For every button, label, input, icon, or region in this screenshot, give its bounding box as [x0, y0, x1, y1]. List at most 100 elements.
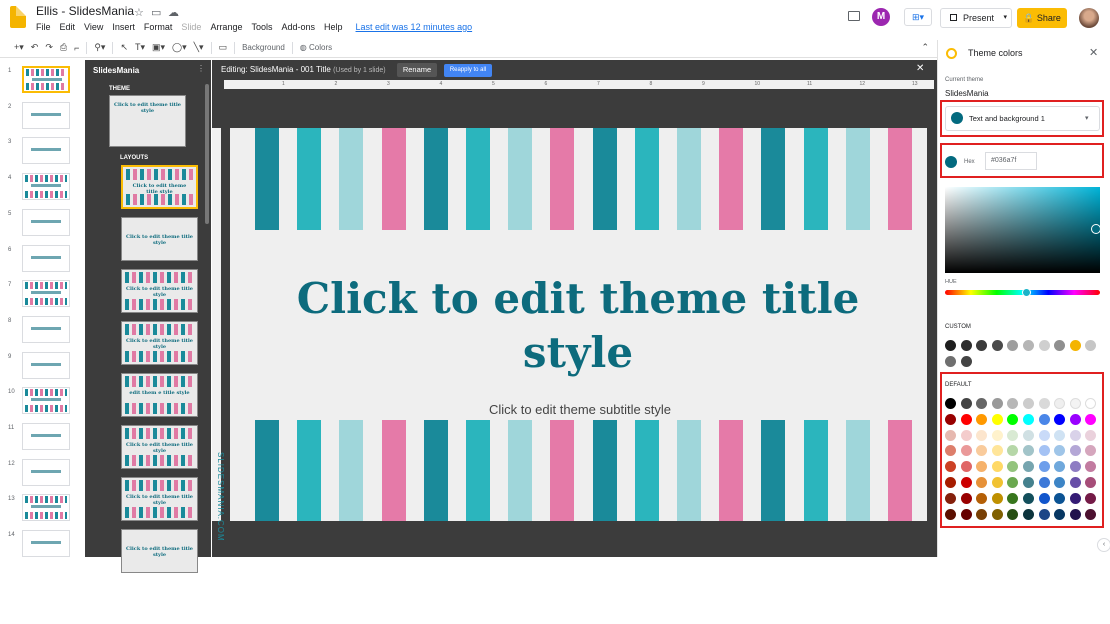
background-button[interactable]: Background: [242, 43, 285, 52]
custom-color-swatch[interactable]: [991, 340, 1003, 351]
default-color-swatch[interactable]: [960, 413, 972, 425]
avatar[interactable]: [1079, 8, 1099, 28]
custom-color-swatch[interactable]: [1069, 340, 1081, 351]
default-color-swatch[interactable]: [976, 413, 988, 425]
default-color-swatch[interactable]: [991, 461, 1003, 473]
default-color-swatch[interactable]: [1069, 477, 1081, 488]
default-color-swatch[interactable]: [945, 492, 956, 504]
reapply-to-all-button[interactable]: Reapply to all: [444, 64, 492, 77]
custom-color-swatch[interactable]: [945, 340, 956, 351]
slide-thumbnail[interactable]: [22, 101, 70, 129]
menu-insert[interactable]: Insert: [112, 22, 135, 32]
default-color-swatch[interactable]: [1069, 429, 1081, 441]
default-color-swatch[interactable]: [945, 477, 956, 488]
default-color-swatch[interactable]: [1038, 445, 1050, 457]
layouts-scrollbar[interactable]: [205, 84, 209, 224]
default-color-swatch[interactable]: [1054, 413, 1066, 425]
slide-thumbnail[interactable]: [22, 208, 70, 236]
undo-icon[interactable]: ↶: [31, 42, 39, 53]
default-color-swatch[interactable]: [991, 492, 1003, 504]
layout-thumbnail[interactable]: Click to edit theme title style: [121, 269, 198, 313]
menu-view[interactable]: View: [84, 22, 103, 32]
custom-color-swatch[interactable]: [960, 340, 972, 351]
default-color-swatch[interactable]: [960, 398, 972, 409]
slide-thumbnail[interactable]: [22, 458, 70, 486]
menu-file[interactable]: File: [36, 22, 51, 32]
colors-button[interactable]: ◍ Colors: [300, 43, 332, 52]
layout-thumbnail[interactable]: edit them e title style: [121, 373, 198, 417]
layout-thumbnail[interactable]: Click to edit theme title style: [121, 477, 198, 521]
slide-thumbnail[interactable]: [22, 280, 70, 308]
slide-thumbnail[interactable]: [22, 137, 70, 165]
custom-color-swatch[interactable]: [1023, 340, 1034, 351]
select-icon[interactable]: ↖: [120, 42, 128, 53]
custom-color-swatch[interactable]: [960, 356, 972, 367]
picker-handle[interactable]: [1091, 224, 1101, 234]
new-slide-icon[interactable]: +▾: [14, 42, 24, 53]
chevron-down-icon[interactable]: ▾: [1003, 9, 1007, 27]
default-color-swatch[interactable]: [1054, 492, 1066, 504]
default-color-swatch[interactable]: [960, 477, 972, 488]
chevron-down-icon[interactable]: ▾: [1085, 114, 1089, 122]
comment-history-icon[interactable]: [848, 11, 860, 21]
layout-thumbnail[interactable]: Click to edit theme title style: [121, 321, 198, 365]
default-color-swatch[interactable]: [945, 508, 956, 520]
slide-thumbnail[interactable]: [22, 66, 70, 93]
default-color-swatch[interactable]: [1038, 477, 1050, 488]
slide-vertical-text[interactable]: SLIDESMANIA.COM: [216, 452, 225, 542]
default-color-swatch[interactable]: [1069, 461, 1081, 473]
default-color-swatch[interactable]: [945, 398, 956, 409]
default-color-swatch[interactable]: [1069, 398, 1081, 409]
zoom-icon[interactable]: ⚲▾: [94, 42, 105, 53]
default-color-swatch[interactable]: [1085, 429, 1097, 441]
default-color-swatch[interactable]: [976, 508, 988, 520]
custom-color-swatch[interactable]: [945, 356, 956, 367]
hue-slider-handle[interactable]: [1022, 288, 1031, 297]
default-color-swatch[interactable]: [1023, 413, 1034, 425]
paint-format-icon[interactable]: ⌐: [74, 43, 79, 53]
hex-input[interactable]: #036a7f: [985, 152, 1037, 170]
rename-button[interactable]: Rename: [397, 63, 437, 77]
chevron-up-icon[interactable]: ⌃: [921, 42, 929, 53]
slide-thumbnail[interactable]: [22, 244, 70, 272]
last-edit-link[interactable]: Last edit was 12 minutes ago: [356, 22, 473, 32]
default-color-swatch[interactable]: [1069, 413, 1081, 425]
default-color-swatch[interactable]: [976, 429, 988, 441]
default-color-swatch[interactable]: [1085, 508, 1097, 520]
layout-thumbnail[interactable]: Click to edit theme title style: [121, 529, 198, 573]
slide-thumbnail[interactable]: [22, 387, 70, 415]
default-color-swatch[interactable]: [1054, 508, 1066, 520]
default-color-swatch[interactable]: [945, 413, 956, 425]
default-color-swatch[interactable]: [960, 492, 972, 504]
default-color-swatch[interactable]: [1023, 492, 1034, 504]
default-color-swatch[interactable]: [991, 429, 1003, 441]
custom-color-swatch[interactable]: [1038, 340, 1050, 351]
comment-add-icon[interactable]: ▭: [219, 42, 228, 53]
default-color-swatch[interactable]: [1007, 429, 1019, 441]
document-title[interactable]: Ellis - SlidesMania: [36, 4, 134, 18]
default-color-swatch[interactable]: [1023, 477, 1034, 488]
default-color-swatch[interactable]: [1023, 398, 1034, 409]
default-color-swatch[interactable]: [945, 429, 956, 441]
theme-thumbnail[interactable]: Click to edit theme title style: [109, 95, 186, 147]
default-color-swatch[interactable]: [1038, 492, 1050, 504]
menu-tools[interactable]: Tools: [251, 22, 272, 32]
text-box-icon[interactable]: T▾: [135, 42, 145, 53]
slide-thumbnail[interactable]: [22, 351, 70, 379]
slide-thumbnail[interactable]: [22, 494, 70, 522]
default-color-swatch[interactable]: [1023, 508, 1034, 520]
image-icon[interactable]: ▣▾: [152, 42, 165, 53]
default-color-swatch[interactable]: [991, 398, 1003, 409]
slide-thumbnail[interactable]: [22, 530, 70, 558]
default-color-swatch[interactable]: [960, 429, 972, 441]
close-icon[interactable]: ✕: [916, 63, 924, 74]
default-color-swatch[interactable]: [960, 508, 972, 520]
saturation-value-picker[interactable]: [945, 187, 1100, 273]
default-color-swatch[interactable]: [1038, 461, 1050, 473]
default-color-swatch[interactable]: [1054, 429, 1066, 441]
default-color-swatch[interactable]: [1023, 429, 1034, 441]
menu-addons[interactable]: Add-ons: [281, 22, 315, 32]
menu-help[interactable]: Help: [324, 22, 343, 32]
shape-icon[interactable]: ◯▾: [172, 42, 187, 53]
default-color-swatch[interactable]: [991, 508, 1003, 520]
